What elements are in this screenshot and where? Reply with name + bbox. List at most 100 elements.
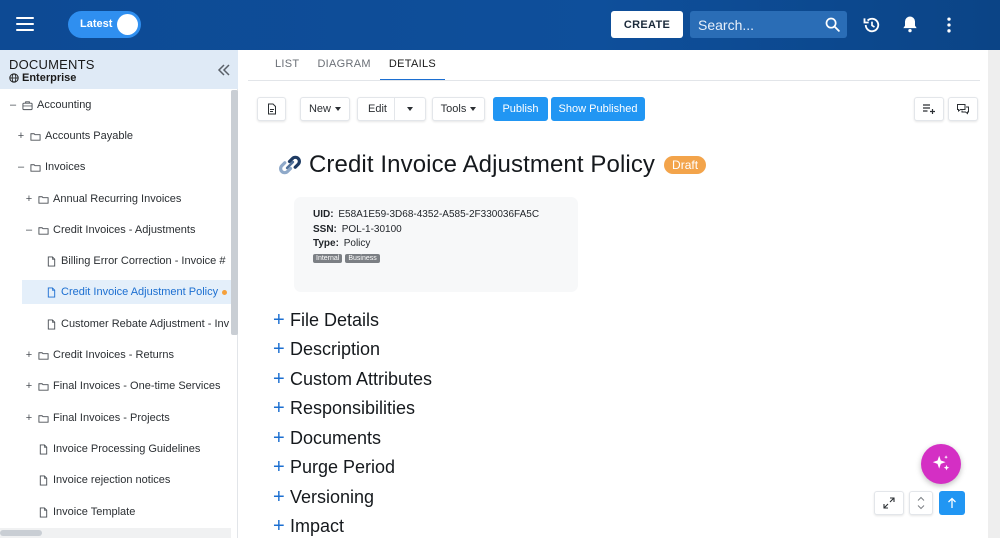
section-description[interactable]: + Description <box>273 337 380 361</box>
section-label: Purge Period <box>290 456 396 477</box>
search-box[interactable] <box>690 11 847 38</box>
file-icon <box>39 443 48 455</box>
add-to-list-button[interactable] <box>914 97 944 121</box>
sidebar-scrollbar[interactable] <box>231 90 238 335</box>
expand-plus-icon[interactable]: + <box>273 397 290 420</box>
section-file-details[interactable]: + File Details <box>273 308 379 332</box>
edit-dropdown-toggle[interactable] <box>394 97 426 121</box>
caret-down-icon <box>470 107 477 111</box>
tag[interactable]: Business <box>345 254 380 263</box>
tab-diagram[interactable]: DIAGRAM <box>308 50 379 81</box>
expand-plus-icon[interactable]: + <box>273 368 290 391</box>
tree-item-invoice-processing-guidelines[interactable]: Invoice Processing Guidelines <box>0 437 231 461</box>
version-toggle-label: Latest <box>80 18 113 30</box>
show-published-button[interactable]: Show Published <box>551 97 645 121</box>
sparkle-icon <box>932 455 950 471</box>
tree-item-invoice-rejection-notices[interactable]: Invoice rejection notices <box>0 468 231 492</box>
expand-toggle[interactable]: + <box>24 380 34 392</box>
page-scrollbar[interactable] <box>988 50 1000 538</box>
tree-item-customer-rebate-adjustment[interactable]: Customer Rebate Adjustment - Inv <box>0 312 231 336</box>
expand-plus-icon[interactable]: + <box>273 515 290 538</box>
tree-item-label: Final Invoices - Projects <box>53 412 170 424</box>
kebab-icon[interactable] <box>939 15 959 35</box>
expand-view-button[interactable] <box>874 491 904 515</box>
new-button[interactable]: New <box>300 97 350 121</box>
draft-indicator-dot <box>222 289 228 295</box>
uid-label: UID: <box>313 209 334 220</box>
section-responsibilities[interactable]: + Responsibilities <box>273 396 415 420</box>
collapse-toggle[interactable]: – <box>8 99 18 111</box>
file-icon <box>47 286 56 298</box>
section-label: Documents <box>290 427 382 448</box>
expand-plus-icon[interactable]: + <box>273 486 290 509</box>
search-icon[interactable] <box>824 16 841 33</box>
tree-item-credit-invoices-adjustments[interactable]: – Credit Invoices - Adjustments <box>0 218 231 242</box>
sidebar-horizontal-scrollbar[interactable] <box>0 528 231 538</box>
caret-down-icon <box>335 107 341 111</box>
tree-item-label: Invoice Template <box>53 506 136 518</box>
collapse-expand-all-button[interactable] <box>909 491 933 515</box>
export-pdf-button[interactable] <box>257 97 286 121</box>
section-label: Description <box>290 338 381 359</box>
comments-button[interactable] <box>948 97 978 121</box>
document-title-row: Credit Invoice Adjustment Policy Draft <box>276 151 707 179</box>
scroll-to-top-button[interactable] <box>939 491 965 515</box>
search-input[interactable] <box>698 15 818 34</box>
expand-toggle[interactable]: + <box>24 412 34 424</box>
tree-item-invoice-template[interactable]: Invoice Template <box>0 500 231 524</box>
version-toggle[interactable]: Latest <box>68 11 141 38</box>
tree-item-label: Credit Invoices - Returns <box>53 349 175 361</box>
tab-list[interactable]: LIST <box>266 50 308 81</box>
tree-item-credit-invoice-adjustment-policy[interactable]: Credit Invoice Adjustment Policy <box>22 280 231 304</box>
expand-plus-icon[interactable]: + <box>273 456 290 479</box>
tools-button[interactable]: Tools <box>432 97 485 121</box>
expand-plus-icon[interactable]: + <box>273 309 290 332</box>
ai-assistant-button[interactable] <box>921 444 961 484</box>
tree-item-label: Final Invoices - One-time Services <box>53 380 221 392</box>
tree-item-final-invoices-one-time-services[interactable]: + Final Invoices - One-time Services <box>0 374 231 398</box>
publish-button[interactable]: Publish <box>493 97 548 121</box>
expand-plus-icon[interactable]: + <box>273 427 290 450</box>
scrollbar-thumb[interactable] <box>0 530 42 536</box>
menu-icon[interactable] <box>15 14 35 34</box>
expand-toggle[interactable]: + <box>24 349 34 361</box>
section-documents[interactable]: + Documents <box>273 426 381 450</box>
folder-icon <box>38 414 49 423</box>
expand-arrows-icon <box>883 497 895 509</box>
expand-plus-icon[interactable]: + <box>273 338 290 361</box>
playlist-add-icon <box>923 104 935 114</box>
tree-item-accounts-payable[interactable]: + Accounts Payable <box>0 124 231 148</box>
tree-item-label: Customer Rebate Adjustment - Inv <box>61 318 230 330</box>
expand-toggle[interactable]: + <box>24 193 34 205</box>
collapse-toggle[interactable]: – <box>16 161 26 173</box>
section-impact[interactable]: + Impact <box>273 514 344 538</box>
tree-item-final-invoices-projects[interactable]: + Final Invoices - Projects <box>0 406 231 430</box>
sidebar-subtitle-label: Enterprise <box>22 72 77 84</box>
top-app-bar: Latest CREATE <box>0 0 1000 50</box>
tree-item-billing-error-correction[interactable]: Billing Error Correction - Invoice # <box>0 249 231 273</box>
create-button[interactable]: CREATE <box>611 11 683 38</box>
tree-item-label: Billing Error Correction - Invoice # <box>61 255 226 267</box>
tree-item-accounting[interactable]: – Accounting <box>0 93 231 117</box>
collapse-toggle[interactable]: – <box>24 224 34 236</box>
link-icon <box>279 155 301 175</box>
tree-item-invoices[interactable]: – Invoices <box>0 155 231 179</box>
tree-item-label: Invoice rejection notices <box>53 474 171 486</box>
section-versioning[interactable]: + Versioning <box>273 485 374 509</box>
tab-details[interactable]: DETAILS <box>379 50 446 81</box>
globe-icon <box>9 73 19 83</box>
sidebar-header: DOCUMENTS Enterprise <box>0 50 238 89</box>
collapse-sidebar-icon[interactable] <box>216 62 232 78</box>
tree-item-annual-recurring-invoices[interactable]: + Annual Recurring Invoices <box>0 187 231 211</box>
tree-item-label: Invoices <box>45 161 86 173</box>
tree-item-credit-invoices-returns[interactable]: + Credit Invoices - Returns <box>0 343 231 367</box>
folder-icon <box>38 226 49 235</box>
tag[interactable]: Internal <box>313 254 343 263</box>
history-icon[interactable] <box>862 15 882 35</box>
tree-item-label: Credit Invoices - Adjustments <box>53 224 196 236</box>
expand-toggle[interactable]: + <box>16 130 26 142</box>
section-purge-period[interactable]: + Purge Period <box>273 455 395 479</box>
bell-icon[interactable] <box>900 14 920 34</box>
section-label: Custom Attributes <box>290 368 433 389</box>
section-custom-attributes[interactable]: + Custom Attributes <box>273 367 432 391</box>
